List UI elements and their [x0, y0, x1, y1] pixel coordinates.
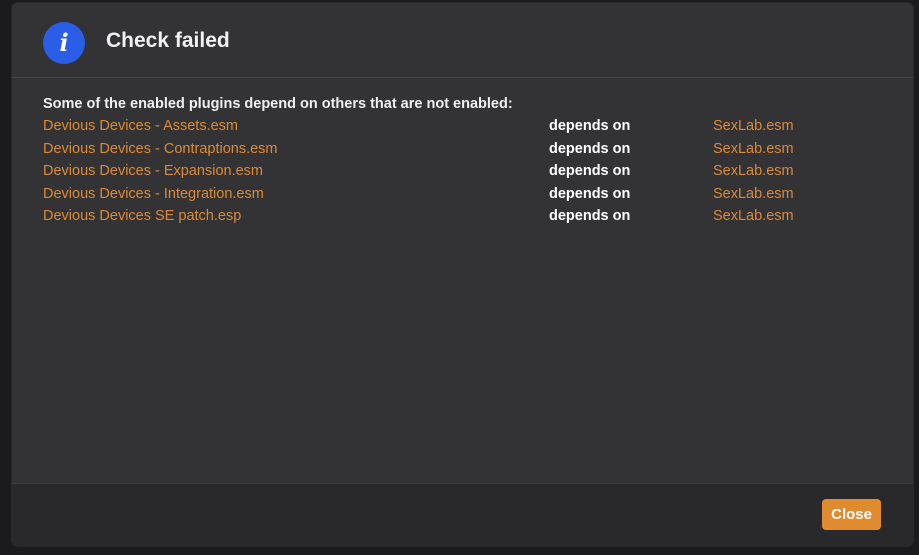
plugin-name: Devious Devices - Integration.esm [43, 185, 264, 202]
dialog-message: Some of the enabled plugins depend on ot… [43, 96, 513, 112]
master-name: SexLab.esm [713, 185, 794, 202]
relation-label: depends on [549, 185, 631, 202]
master-name: SexLab.esm [713, 163, 794, 179]
dependency-row: Devious Devices SE patch.esp depends on … [43, 205, 883, 228]
close-button[interactable]: Close [822, 499, 881, 530]
dialog-title: Check failed [106, 29, 230, 52]
relation-label: depends on [549, 208, 631, 224]
plugin-name: Devious Devices SE patch.esp [43, 208, 242, 224]
dialog-content: Some of the enabled plugins depend on ot… [43, 94, 883, 228]
dialog-footer: Close [12, 483, 913, 546]
relation-label: depends on [549, 140, 631, 157]
master-name: SexLab.esm [713, 208, 794, 224]
relation-label: depends on [549, 118, 631, 134]
check-failed-dialog: i Check failed Some of the enabled plugi… [12, 3, 913, 546]
dependency-row: Devious Devices - Contraptions.esm depen… [43, 138, 883, 161]
master-name: SexLab.esm [713, 118, 794, 134]
dependency-row: Devious Devices - Integration.esm depend… [43, 183, 883, 206]
plugin-name: Devious Devices - Expansion.esm [43, 163, 264, 179]
dependency-row: Devious Devices - Assets.esm depends on … [43, 115, 883, 138]
dependency-row: Devious Devices - Expansion.esm depends … [43, 160, 883, 183]
relation-label: depends on [549, 163, 631, 179]
master-name: SexLab.esm [713, 140, 794, 157]
plugin-name: Devious Devices - Contraptions.esm [43, 140, 278, 157]
info-icon: i [43, 22, 85, 64]
dialog-header: i Check failed [12, 3, 913, 78]
plugin-name: Devious Devices - Assets.esm [43, 118, 239, 134]
